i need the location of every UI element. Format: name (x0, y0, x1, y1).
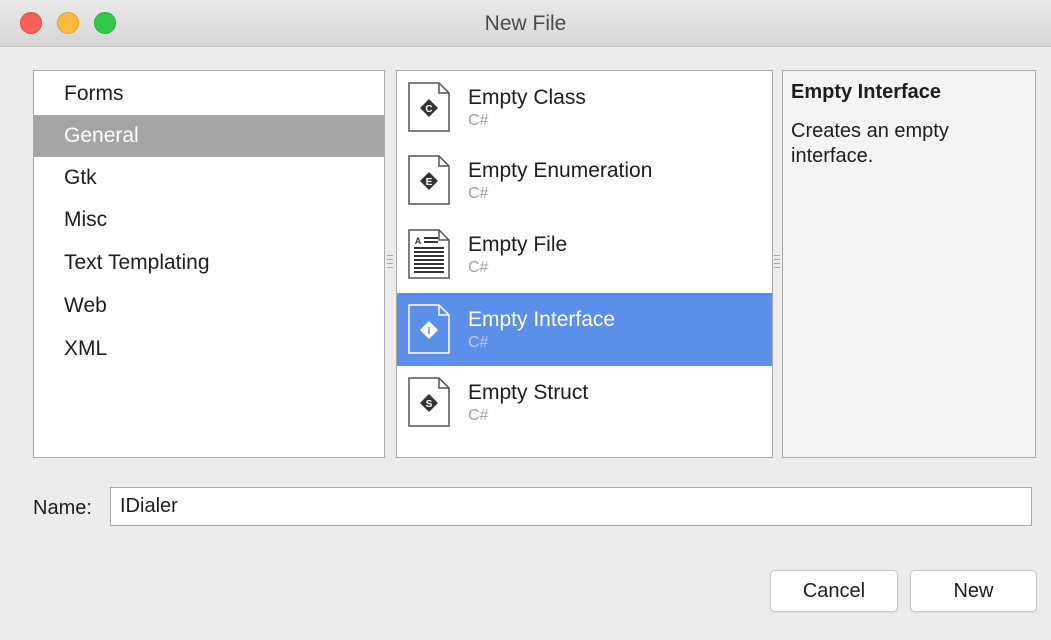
class-icon: C (408, 82, 450, 132)
class-icon-letter: C (425, 104, 432, 115)
template-item-empty-file[interactable]: A Empty File C# (397, 218, 772, 291)
description-title: Empty Interface (791, 81, 942, 103)
category-item-general[interactable]: General (34, 115, 384, 157)
splitter-handle[interactable] (774, 255, 780, 273)
template-name: Empty Class (468, 86, 586, 109)
template-name: Empty Enumeration (468, 159, 653, 182)
template-language: C# (468, 259, 489, 276)
name-label: Name: (33, 497, 92, 519)
struct-icon: S (408, 377, 450, 427)
description-panel: Empty Interface Creates an empty interfa… (782, 70, 1036, 458)
template-list: C Empty Class C# E Empty Enumeration C# … (396, 70, 773, 458)
struct-icon-letter: S (426, 399, 433, 410)
category-item-xml[interactable]: XML (34, 328, 384, 370)
template-item-empty-struct[interactable]: S Empty Struct C# (397, 366, 772, 439)
window-title: New File (484, 12, 567, 35)
category-item-misc[interactable]: Misc (34, 199, 384, 241)
template-name: Empty File (468, 233, 568, 256)
description-text: Creates an empty interface. (791, 120, 949, 167)
splitter-handle[interactable] (387, 255, 393, 273)
name-input[interactable] (110, 487, 1032, 526)
enum-icon-letter: E (426, 177, 433, 188)
interface-icon-letter: I (428, 326, 431, 337)
enum-icon: E (408, 155, 450, 205)
template-language: C# (468, 185, 489, 202)
category-item-web[interactable]: Web (34, 285, 384, 327)
template-item-empty-interface[interactable]: I Empty Interface C# (397, 293, 772, 366)
category-list: Forms General Gtk Misc Text Templating W… (33, 70, 385, 458)
category-item-gtk[interactable]: Gtk (34, 157, 384, 199)
new-button[interactable]: New (910, 570, 1037, 612)
template-language: C# (468, 334, 489, 351)
file-icon: A (408, 229, 450, 279)
template-name: Empty Interface (468, 308, 616, 331)
template-language: C# (468, 112, 489, 129)
category-item-text-templating[interactable]: Text Templating (34, 242, 384, 284)
interface-icon: I (408, 304, 450, 354)
template-item-empty-enumeration[interactable]: E Empty Enumeration C# (397, 144, 772, 217)
template-language: C# (468, 407, 489, 424)
template-name: Empty Struct (468, 381, 589, 404)
title-bar: New File (0, 0, 1051, 47)
cancel-button[interactable]: Cancel (770, 570, 898, 612)
template-item-empty-class[interactable]: C Empty Class C# (397, 71, 772, 144)
category-item-forms[interactable]: Forms (34, 73, 384, 115)
svg-text:A: A (415, 236, 422, 246)
